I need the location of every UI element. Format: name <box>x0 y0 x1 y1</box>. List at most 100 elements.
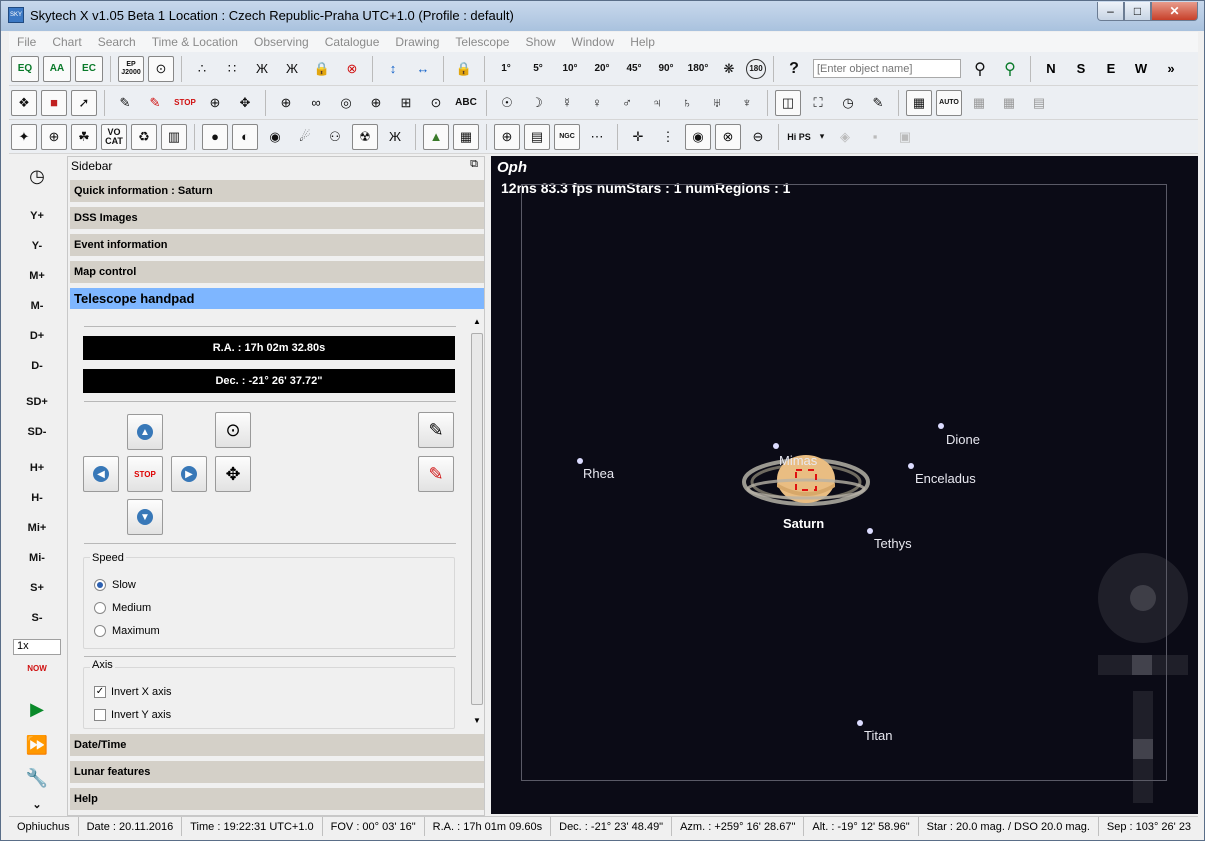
scroll-down-icon[interactable]: ▼ <box>473 716 481 725</box>
year-minus-button[interactable]: Y- <box>9 240 65 252</box>
month-minus-button[interactable]: M- <box>9 300 65 312</box>
nebula-icon[interactable]: Ж <box>279 56 305 82</box>
horizontal-slider[interactable] <box>1098 655 1188 675</box>
grid-icon[interactable]: ▦ <box>966 90 992 116</box>
day-plus-button[interactable]: D+ <box>9 330 65 342</box>
fov-180-button[interactable]: 180° <box>684 56 712 82</box>
landscape-icon[interactable]: ▲ <box>423 123 449 150</box>
venus-icon[interactable]: ♀ <box>584 90 610 116</box>
scrollbar-thumb[interactable] <box>471 333 483 705</box>
star-display-icon[interactable]: ✦ <box>11 123 37 150</box>
year-plus-button[interactable]: Y+ <box>9 210 65 222</box>
spiral-icon[interactable]: Ж <box>382 124 408 150</box>
lock-icon[interactable]: 🔒 <box>309 56 335 82</box>
comet-icon[interactable]: ☄ <box>292 124 318 150</box>
toolbar-more-button[interactable]: » <box>1159 61 1183 76</box>
milkyway-icon[interactable]: ☘ <box>71 123 97 150</box>
rings-icon[interactable]: ◎ <box>333 90 359 116</box>
moon-mimas[interactable] <box>773 443 779 449</box>
section-telescope-handpad[interactable]: Telescope handpad <box>70 288 484 310</box>
fullscreen-icon[interactable]: ⛶ <box>805 90 831 116</box>
telescope-icon[interactable]: ✎ <box>112 90 138 116</box>
section-help[interactable]: Help <box>70 788 484 810</box>
sidereal-day-minus-button[interactable]: SD- <box>9 426 65 438</box>
menu-help[interactable]: Help <box>622 35 663 49</box>
minimize-button[interactable]: – <box>1097 2 1124 21</box>
measure-icon[interactable]: ▤ <box>524 123 550 150</box>
section-map-control[interactable]: Map control <box>70 261 484 283</box>
star-tool-icon[interactable]: ❖ <box>11 89 37 116</box>
star-field-icon[interactable]: ∷ <box>219 56 245 82</box>
no-entry-icon[interactable]: ⊗ <box>339 56 365 82</box>
crosshair-icon[interactable]: ⊕ <box>273 90 299 116</box>
fov-10-button[interactable]: 10° <box>556 56 584 82</box>
epoch-button[interactable]: EP J2000 <box>118 55 144 82</box>
globe-grid-icon[interactable]: ⊕ <box>41 123 67 150</box>
target-icon[interactable]: ⊕ <box>202 90 228 116</box>
menu-chart[interactable]: Chart <box>44 35 89 49</box>
target-center-icon[interactable]: ⊕ <box>494 123 520 150</box>
planet-surface-icon[interactable]: ◉ <box>685 123 711 150</box>
direction-west-button[interactable]: W <box>1129 61 1153 76</box>
search-add-icon[interactable]: ⚲ <box>997 56 1023 82</box>
grid-scale-icon[interactable]: ▦ <box>906 89 932 116</box>
scroll-up-icon[interactable]: ▲ <box>473 317 481 326</box>
menu-time-location[interactable]: Time & Location <box>144 35 246 49</box>
flip-horizontal-icon[interactable]: ↔ <box>410 56 436 82</box>
galaxy-icon[interactable]: Ж <box>249 56 275 82</box>
ruler-icon[interactable]: ▤ <box>1026 90 1052 116</box>
menu-show[interactable]: Show <box>517 35 563 49</box>
mars-icon[interactable]: ♂ <box>614 90 640 116</box>
dots-icon[interactable]: ⋮ <box>655 124 681 150</box>
moon-tethys[interactable] <box>867 528 873 534</box>
moon-dione[interactable] <box>938 423 944 429</box>
vo-catalogue-button[interactable]: VO CAT <box>101 123 127 150</box>
phase-icon[interactable]: ◐ <box>232 123 258 150</box>
object-search-input[interactable] <box>813 59 961 78</box>
asteroid-icon[interactable]: ⚇ <box>322 124 348 150</box>
aa-mode-button[interactable]: AA <box>43 55 71 82</box>
speed-maximum-radio[interactable]: Maximum <box>94 625 160 637</box>
lock-view-icon[interactable]: 🔒 <box>451 56 477 82</box>
hips-button[interactable]: Hi PS <box>786 124 812 150</box>
center-target-button[interactable]: ⊙ <box>215 412 251 448</box>
clock-icon[interactable]: ◷ <box>9 166 65 187</box>
move-right-button[interactable]: ▶ <box>171 456 207 492</box>
move-left-button[interactable]: ◀ <box>83 456 119 492</box>
menu-telescope[interactable]: Telescope <box>447 35 517 49</box>
move-up-button[interactable]: ▲ <box>127 414 163 450</box>
fov-45-button[interactable]: 45° <box>620 56 648 82</box>
wrench-icon[interactable]: 🔧 <box>9 768 65 789</box>
binocular-icon[interactable]: ∞ <box>303 90 329 116</box>
play-icon[interactable]: ▶ <box>9 699 65 720</box>
maximize-button[interactable]: □ <box>1124 2 1151 21</box>
undock-icon[interactable]: ⧉ <box>470 158 478 171</box>
direction-south-button[interactable]: S <box>1069 61 1093 76</box>
constellation-figure-icon[interactable]: ♻ <box>131 123 157 150</box>
direction-east-button[interactable]: E <box>1099 61 1123 76</box>
sidebar-toggle-icon[interactable]: ◫ <box>775 89 801 116</box>
moon-icon[interactable]: ☽ <box>524 90 550 116</box>
fov-20-button[interactable]: 20° <box>588 56 616 82</box>
section-quick-information[interactable]: Quick information : Saturn <box>70 180 484 202</box>
crosshair-plus-icon[interactable]: ✛ <box>625 124 651 150</box>
telescope-disconnect-button[interactable]: ✎ <box>418 456 454 492</box>
menu-observing[interactable]: Observing <box>246 35 317 49</box>
clock-icon[interactable]: ◷ <box>835 90 861 116</box>
second-minus-button[interactable]: S- <box>9 612 65 624</box>
horizon-icon[interactable]: ● <box>202 123 228 150</box>
telescope-connect-button[interactable]: ✎ <box>418 412 454 448</box>
minute-minus-button[interactable]: Mi- <box>9 552 65 564</box>
sky-chart[interactable]: Oph 12ms 83.3 fps numStars : 1 numRegion… <box>491 156 1198 814</box>
telescope-disconnect-icon[interactable]: ✎ <box>142 90 168 116</box>
rotate-180-button[interactable]: 180 <box>746 58 766 79</box>
invert-y-checkbox[interactable]: Invert Y axis <box>94 709 171 721</box>
fov-1-button[interactable]: 1° <box>492 56 520 82</box>
menu-file[interactable]: File <box>9 35 44 49</box>
speed-spinbox[interactable]: 1x <box>13 639 61 655</box>
speed-medium-radio[interactable]: Medium <box>94 602 151 614</box>
satellite-icon[interactable]: ☢ <box>352 123 378 150</box>
section-dss-images[interactable]: DSS Images <box>70 207 484 229</box>
eq-mode-button[interactable]: EQ <box>11 55 39 82</box>
stars-icon[interactable]: ∴ <box>189 56 215 82</box>
